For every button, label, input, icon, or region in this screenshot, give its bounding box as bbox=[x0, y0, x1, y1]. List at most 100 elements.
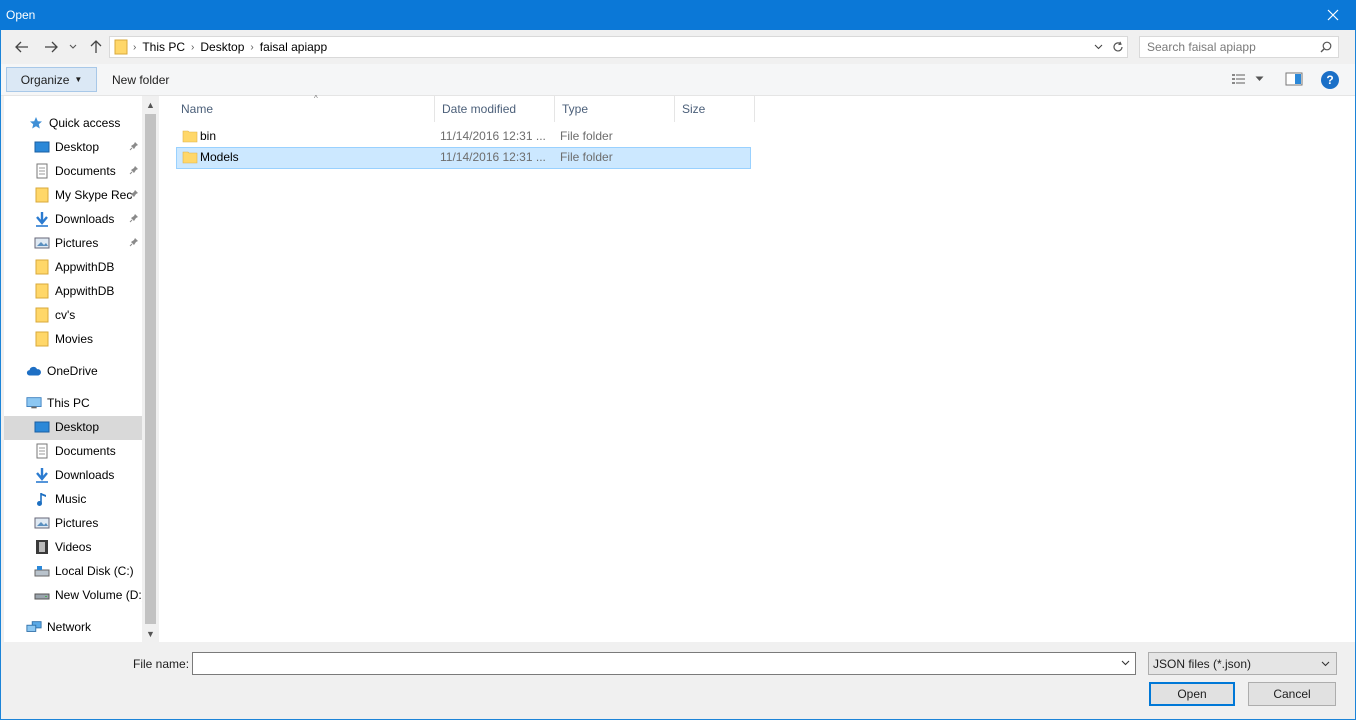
scroll-up-arrow-icon[interactable]: ▲ bbox=[142, 96, 159, 113]
folder-icon bbox=[34, 259, 50, 275]
nav-label: AppwithDB bbox=[55, 284, 115, 298]
nav-quick-access-item-4[interactable]: Pictures bbox=[34, 231, 144, 255]
file-name-input[interactable] bbox=[193, 653, 1113, 674]
forward-button[interactable] bbox=[40, 37, 62, 57]
address-bar[interactable]: › This PC › Desktop › faisal apiapp bbox=[109, 36, 1109, 58]
arrow-left-icon bbox=[15, 41, 28, 53]
arrow-right-icon bbox=[45, 41, 58, 53]
nav-this-pc-item-7[interactable]: New Volume (D:) bbox=[34, 583, 144, 607]
file-name: Models bbox=[200, 150, 239, 164]
nav-quick-access-item-6[interactable]: AppwithDB bbox=[34, 279, 144, 303]
recent-locations-button[interactable] bbox=[66, 37, 80, 57]
nav-label: Videos bbox=[55, 540, 92, 554]
file-name: bin bbox=[200, 129, 217, 143]
column-header-type[interactable]: Type bbox=[555, 96, 675, 122]
close-icon bbox=[1327, 9, 1339, 21]
nav-this-pc-item-2[interactable]: Downloads bbox=[34, 463, 144, 487]
nav-this-pc-item-5[interactable]: Videos bbox=[34, 535, 144, 559]
details-view-icon bbox=[1232, 74, 1245, 84]
nav-network[interactable]: Network bbox=[26, 615, 91, 639]
nav-label: Local Disk (C:) bbox=[55, 564, 134, 578]
nav-label: This PC bbox=[47, 396, 90, 410]
close-button[interactable] bbox=[1310, 0, 1356, 30]
file-row-models[interactable]: Models 11/14/2016 12:31 ... File folder bbox=[176, 147, 751, 169]
scrollbar-thumb[interactable] bbox=[145, 114, 156, 624]
nav-quick-access-item-1[interactable]: Documents bbox=[34, 159, 144, 183]
nav-label: Downloads bbox=[55, 212, 115, 226]
nav-quick-access-item-2[interactable]: My Skype Rec bbox=[34, 183, 144, 207]
pin-icon bbox=[129, 165, 139, 178]
view-options-dropdown[interactable] bbox=[1255, 76, 1264, 82]
file-name-dropdown-button[interactable] bbox=[1118, 656, 1132, 670]
organize-label: Organize bbox=[20, 72, 70, 87]
breadcrumb-this-pc[interactable]: This PC bbox=[137, 40, 190, 54]
file-name-combobox[interactable] bbox=[192, 652, 1136, 675]
nav-this-pc-item-0[interactable]: Desktop bbox=[34, 415, 144, 439]
nav-quick-access-item-8[interactable]: Movies bbox=[34, 327, 144, 351]
nav-quick-access-item-7[interactable]: cv's bbox=[34, 303, 144, 327]
file-row-bin[interactable]: bin 11/14/2016 12:31 ... File folder bbox=[176, 126, 751, 148]
address-dropdown-button[interactable] bbox=[1090, 39, 1106, 55]
folder-icon bbox=[34, 187, 50, 203]
column-header-label: Type bbox=[562, 102, 589, 116]
open-button[interactable]: Open bbox=[1149, 682, 1235, 706]
computer-icon bbox=[26, 395, 42, 411]
breadcrumb-faisal-apiapp[interactable]: faisal apiapp bbox=[255, 40, 332, 54]
chevron-down-icon bbox=[1094, 44, 1102, 50]
chevron-down-icon bbox=[1121, 660, 1129, 666]
nav-quick-access-item-5[interactable]: AppwithDB bbox=[34, 255, 144, 279]
change-view-button[interactable] bbox=[1231, 72, 1247, 86]
file-type-filter-select[interactable]: JSON files (*.json) bbox=[1148, 652, 1337, 675]
nav-this-pc-item-3[interactable]: Music bbox=[34, 487, 144, 511]
nav-label: Desktop bbox=[55, 420, 100, 434]
nav-label: Documents bbox=[55, 444, 116, 458]
up-button[interactable] bbox=[85, 37, 107, 57]
pictures-icon bbox=[34, 235, 50, 251]
nav-label: Downloads bbox=[55, 468, 115, 482]
organize-button[interactable]: Organize ▼ bbox=[6, 67, 97, 92]
nav-this-pc-item-4[interactable]: Pictures bbox=[34, 511, 144, 535]
nav-label: Quick access bbox=[49, 116, 121, 130]
window-title: Open bbox=[6, 8, 36, 22]
navigation-scrollbar[interactable]: ▲ ▼ bbox=[142, 96, 159, 642]
back-button[interactable] bbox=[11, 37, 33, 57]
nav-quick-access[interactable]: Quick access bbox=[28, 111, 120, 135]
pin-icon bbox=[129, 189, 139, 202]
nav-this-pc-item-1[interactable]: Documents bbox=[34, 439, 144, 463]
drive-icon bbox=[34, 587, 50, 603]
arrow-up-icon bbox=[90, 40, 102, 53]
help-button[interactable]: ? bbox=[1321, 71, 1339, 89]
folder-icon bbox=[34, 307, 50, 323]
nav-quick-access-item-3[interactable]: Downloads bbox=[34, 207, 144, 231]
nav-this-pc-item-6[interactable]: Local Disk (C:) bbox=[34, 559, 144, 583]
desktop-icon bbox=[34, 419, 50, 435]
search-input[interactable] bbox=[1140, 37, 1318, 57]
cancel-button[interactable]: Cancel bbox=[1248, 682, 1336, 706]
documents-icon bbox=[34, 443, 50, 459]
column-header-date-modified[interactable]: Date modified bbox=[435, 96, 555, 122]
downloads-icon bbox=[34, 211, 50, 227]
folder-icon bbox=[182, 130, 198, 143]
breadcrumb-desktop[interactable]: Desktop bbox=[195, 40, 249, 54]
nav-label: Documents bbox=[55, 164, 116, 178]
new-folder-button[interactable]: New folder bbox=[112, 73, 169, 87]
nav-quick-access-item-0[interactable]: Desktop bbox=[34, 135, 144, 159]
nav-label: Desktop bbox=[55, 140, 100, 154]
file-name-label: File name: bbox=[133, 657, 190, 671]
file-type-filter-value: JSON files (*.json) bbox=[1153, 656, 1252, 671]
preview-pane-button[interactable] bbox=[1285, 72, 1303, 86]
column-header-size[interactable]: Size bbox=[675, 96, 755, 122]
nav-onedrive[interactable]: OneDrive bbox=[26, 359, 98, 383]
nav-label: OneDrive bbox=[47, 364, 98, 378]
scroll-down-arrow-icon[interactable]: ▼ bbox=[142, 625, 159, 642]
videos-icon bbox=[34, 539, 50, 555]
pin-icon bbox=[129, 237, 139, 250]
documents-icon bbox=[34, 163, 50, 179]
column-header-name[interactable]: ^ Name bbox=[174, 94, 435, 122]
search-box[interactable] bbox=[1139, 36, 1339, 58]
refresh-button[interactable] bbox=[1108, 36, 1128, 58]
search-icon[interactable] bbox=[1318, 39, 1334, 55]
nav-this-pc[interactable]: This PC bbox=[26, 391, 90, 415]
column-header-label: Size bbox=[682, 102, 706, 116]
cloud-icon bbox=[26, 363, 42, 379]
